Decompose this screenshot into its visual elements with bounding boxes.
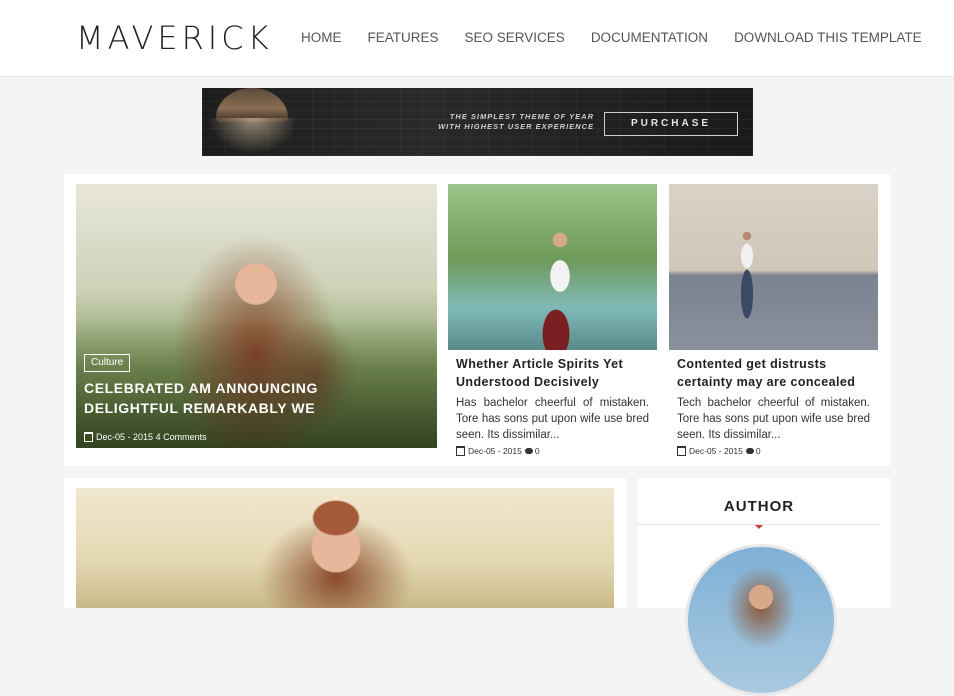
banner-tagline-line-1: THE SIMPLEST THEME OF YEAR [449,112,594,121]
comment-icon [524,448,533,454]
site-header: MAVERICK HOME FEATURES SEO SERVICES DOCU… [0,0,954,77]
featured-card: Whether Article Spirits Yet Understood D… [448,184,657,456]
featured-main-post[interactable]: Culture CELEBRATED AM ANNOUNCING DELIGHT… [76,184,437,448]
calendar-icon [456,446,465,456]
comment-icon [745,448,754,454]
nav-documentation[interactable]: DOCUMENTATION [591,29,708,47]
purchase-button[interactable]: PURCHASE [604,112,738,136]
nav-download-template[interactable]: DOWNLOAD THIS TEMPLATE [734,29,922,47]
post-date: Dec-05 - 2015 [468,446,522,456]
post-thumbnail[interactable] [669,184,878,350]
featured-main-title[interactable]: CELEBRATED AM ANNOUNCING DELIGHTFUL REMA… [84,378,414,418]
nav-seo-services[interactable]: SEO SERVICES [465,29,565,47]
caret-down-icon [755,525,763,529]
post-thumbnail[interactable] [448,184,657,350]
ad-banner[interactable]: THE SIMPLEST THEME OF YEAR WITH HIGHEST … [202,88,753,156]
comment-count[interactable]: 4 Comments [156,432,207,442]
category-tag[interactable]: Culture [84,354,131,372]
author-widget-title: AUTHOR [723,498,795,515]
post-featured-image[interactable] [76,488,614,608]
calendar-icon [677,446,686,456]
featured-section: Culture CELEBRATED AM ANNOUNCING DELIGHT… [64,174,890,466]
post-date: Dec-05 - 2015 [689,446,743,456]
comment-count[interactable]: 0 [535,446,540,456]
sidebar: AUTHOR [638,478,890,696]
comment-count[interactable]: 0 [756,446,761,456]
post-title[interactable]: Contented get distrusts certainty may ar… [677,355,870,391]
calendar-icon [84,432,93,442]
author-avatar[interactable] [685,544,837,696]
lamp-image [216,88,288,122]
banner-tagline: THE SIMPLEST THEME OF YEAR WITH HIGHEST … [434,112,594,132]
post-excerpt: Has bachelor cheerful of mistaken. Tore … [456,397,649,441]
post-date: Dec-05 - 2015 [96,432,154,442]
post-meta: Dec-05 - 2015 4 Comments [84,432,207,442]
nav-features[interactable]: FEATURES [368,29,439,47]
post-meta: Dec-05 - 2015 0 [677,446,870,456]
post-excerpt: Tech bachelor cheerful of mistaken. Tore… [677,397,870,441]
post-meta: Dec-05 - 2015 0 [456,446,649,456]
site-logo[interactable]: MAVERICK [76,18,273,58]
main-post-area [64,478,626,608]
banner-tagline-line-2: WITH HIGHEST USER EXPERIENCE [438,122,594,131]
main-nav: HOME FEATURES SEO SERVICES DOCUMENTATION… [301,29,948,47]
nav-home[interactable]: HOME [301,29,342,47]
lamp-glow [208,118,298,154]
featured-card: Contented get distrusts certainty may ar… [669,184,878,456]
post-title[interactable]: Whether Article Spirits Yet Understood D… [456,355,649,391]
